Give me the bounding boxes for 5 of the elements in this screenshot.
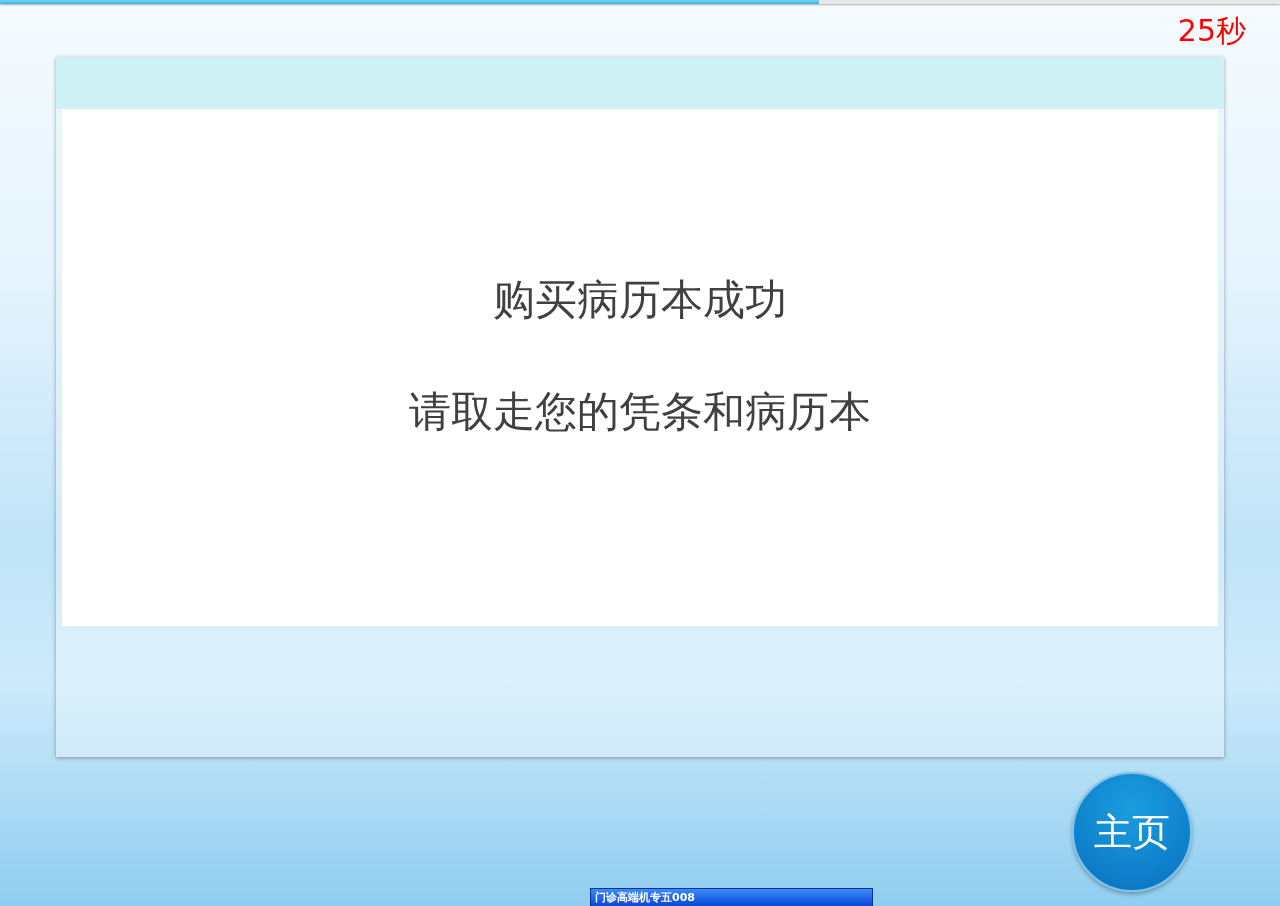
countdown-timer: 25秒	[1177, 14, 1246, 47]
window-title-bar[interactable]: 门诊高端机专五008	[590, 888, 873, 906]
home-button[interactable]: 主页	[1072, 772, 1192, 892]
message-text: 购买病历本成功	[493, 274, 787, 325]
message-text: 请取走您的凭条和病历本	[409, 386, 871, 437]
